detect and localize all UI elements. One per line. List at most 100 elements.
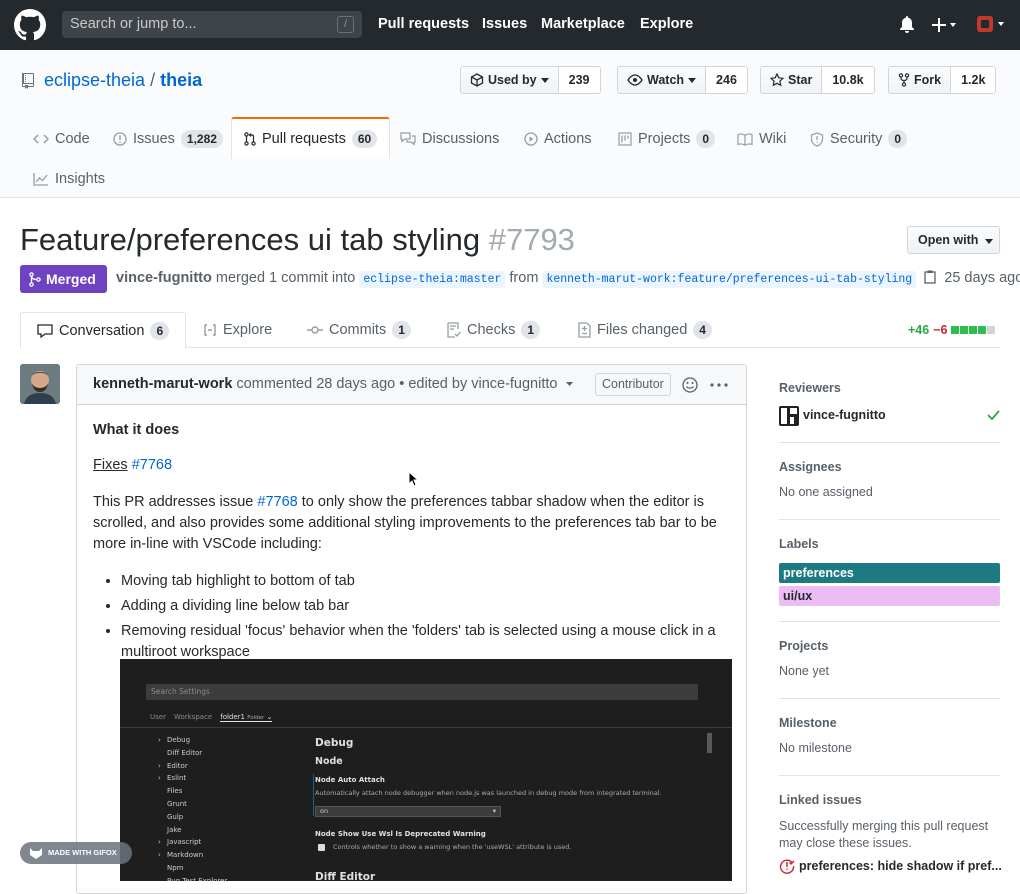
tab-wiki[interactable]: Wiki	[737, 119, 786, 159]
watch-button[interactable]: Watch	[617, 66, 707, 94]
scope-folder: folder1 Folder ⌄	[220, 713, 273, 722]
pref-auto-attach-select[interactable]: on ▾	[315, 806, 501, 817]
issue-closed-icon	[779, 858, 795, 874]
tab-commits[interactable]: Commits 1	[307, 312, 411, 348]
watch-count[interactable]: 246	[706, 66, 748, 94]
list-item: Adding a dividing line below tab bar	[121, 596, 733, 617]
milestone-title[interactable]: Milestone	[779, 716, 1000, 730]
from-text: from	[509, 270, 539, 286]
comment-meta[interactable]: commented 28 days ago • edited by vince-…	[236, 376, 557, 392]
settings-tree-item[interactable]: › Editor	[158, 760, 227, 773]
deletions-count: −6	[933, 323, 948, 337]
tab-actions[interactable]: Actions	[524, 119, 592, 159]
reviewer-avatar[interactable]	[779, 406, 799, 426]
fork-count[interactable]: 1.2k	[951, 66, 997, 94]
label-preferences[interactable]: preferences	[779, 563, 1000, 583]
labels-section: Labels	[779, 537, 1000, 551]
nav-explore[interactable]: Explore	[640, 0, 693, 50]
settings-tree-item[interactable]: Npm	[158, 862, 227, 875]
nav-issues[interactable]: Issues	[482, 0, 527, 50]
pref-wsl-desc: Controls whether to show a warning when …	[333, 843, 572, 851]
linked-issue-link[interactable]: preferences: hide shadow if pref...	[799, 859, 1002, 873]
tab-projects-label: Projects	[638, 131, 691, 147]
fixes-issue-link[interactable]: #7768	[132, 457, 172, 473]
settings-tree-label: Editor	[167, 761, 188, 770]
merger-link[interactable]: vince-fugnitto	[116, 270, 212, 286]
merged-time: 25 days ago	[944, 270, 1020, 286]
tab-pull-requests[interactable]: Pull requests 60	[231, 117, 391, 159]
merged-text: merged 1 commit into	[215, 270, 356, 286]
repo-owner-link[interactable]: eclipse-theia	[44, 70, 145, 90]
used-by-button[interactable]: Used by	[460, 66, 559, 94]
tab-insights[interactable]: Insights	[33, 159, 105, 199]
fork-button[interactable]: Fork	[888, 66, 952, 94]
section-node: Node	[315, 756, 343, 767]
assignees-title[interactable]: Assignees	[779, 460, 1000, 474]
author-avatar[interactable]	[20, 364, 60, 404]
used-by-group: Used by 239	[460, 66, 601, 94]
projects-title[interactable]: Projects	[779, 639, 1000, 653]
repo-separator: /	[150, 70, 156, 90]
para-issue-link[interactable]: #7768	[257, 494, 297, 510]
settings-tree-label: Files	[167, 787, 183, 796]
labels-title[interactable]: Labels	[779, 537, 1000, 551]
settings-tree-item[interactable]: Jake	[158, 824, 227, 837]
tab-explore[interactable]: Explore	[203, 312, 272, 348]
head-branch-ref[interactable]: kenneth-marut-work:feature/preferences-u…	[542, 271, 917, 288]
smiley-icon[interactable]	[682, 377, 698, 393]
tab-projects[interactable]: Projects 0	[618, 119, 716, 159]
star-button[interactable]: Star	[760, 66, 823, 94]
settings-scrollbar[interactable]	[707, 733, 712, 753]
settings-tree-item[interactable]: › Markdown	[158, 849, 227, 862]
github-logo-icon[interactable]	[14, 9, 46, 41]
pr-title-text: Feature/preferences ui tab styling	[20, 222, 481, 257]
milestone-section: Milestone No milestone	[779, 716, 1000, 755]
tab-wiki-label: Wiki	[759, 131, 787, 147]
settings-tree-item[interactable]: Diff Editor	[158, 747, 227, 760]
avatar-dropdown-icon[interactable]	[976, 15, 1008, 33]
chevron-down-icon	[688, 77, 697, 83]
settings-tree-item[interactable]: Files	[158, 785, 227, 798]
settings-tree-label: Debug	[167, 736, 191, 744]
chevron-down-icon	[540, 77, 549, 83]
embedded-settings-screenshot[interactable]: Search Settings User Workspace folder1 F…	[120, 659, 732, 881]
tab-files-changed[interactable]: Files changed 4	[578, 312, 712, 348]
settings-tree-label: Javascript	[167, 838, 202, 847]
label-ui-ux[interactable]: ui/ux	[779, 586, 1000, 606]
reviewers-title[interactable]: Reviewers	[779, 381, 1000, 395]
tab-issues[interactable]: Issues 1,282	[113, 119, 223, 159]
chevron-down-icon[interactable]	[565, 382, 573, 386]
base-branch-ref[interactable]: eclipse-theia:master	[359, 271, 506, 288]
search-input[interactable]: Search or jump to... /	[62, 11, 362, 38]
tab-insights-label: Insights	[55, 171, 105, 187]
chevron-right-icon: ›	[158, 736, 161, 744]
tab-code[interactable]: Code	[33, 119, 90, 159]
reviewer-name[interactable]: vince-fugnitto	[803, 408, 886, 422]
settings-tree-item[interactable]: › Javascript	[158, 836, 227, 849]
settings-tree-item[interactable]: Grunt	[158, 798, 227, 811]
used-by-count[interactable]: 239	[558, 66, 601, 94]
tab-conversation[interactable]: Conversation 6	[20, 312, 187, 349]
settings-tree-item[interactable]: › Debug	[158, 734, 227, 747]
bell-icon[interactable]	[899, 16, 915, 34]
tab-security[interactable]: Security 0	[810, 119, 908, 159]
linked-issues-title[interactable]: Linked issues	[779, 793, 1000, 807]
settings-tree-label: Npm	[167, 863, 184, 872]
kebab-menu-icon[interactable]	[710, 383, 728, 387]
copy-icon[interactable]	[924, 270, 936, 284]
pref-wsl-checkbox[interactable]	[318, 844, 325, 851]
nav-pull-requests[interactable]: Pull requests	[378, 0, 469, 50]
settings-tree-item[interactable]: Pug Test Explorer	[158, 875, 227, 881]
nav-marketplace[interactable]: Marketplace	[541, 0, 625, 50]
settings-tree-label: Pug Test Explorer	[167, 876, 228, 881]
comment-author-link[interactable]: kenneth-marut-work	[93, 376, 232, 392]
settings-tree-item[interactable]: › Eslint	[158, 772, 227, 785]
tab-discussions[interactable]: Discussions	[400, 119, 499, 159]
star-icon	[770, 73, 784, 87]
plus-dropdown-icon[interactable]	[932, 17, 958, 33]
repo-name-link[interactable]: theia	[160, 70, 202, 90]
open-with-button[interactable]: Open with	[907, 226, 1000, 254]
tab-checks[interactable]: Checks 1	[447, 312, 541, 348]
star-count[interactable]: 10.8k	[822, 66, 875, 94]
settings-tree-item[interactable]: Gulp	[158, 811, 227, 824]
